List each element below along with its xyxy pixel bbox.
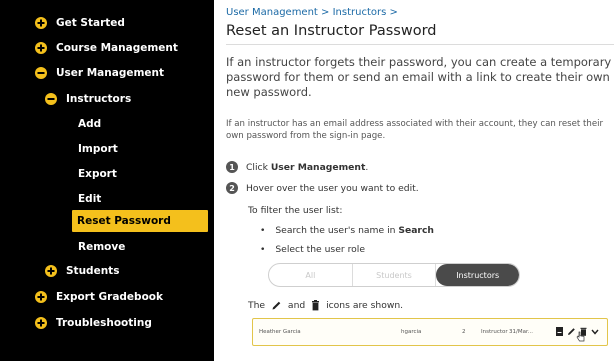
sidebar-item-label: Get Started (56, 17, 125, 29)
sidebar-item-instructors[interactable]: Instructors (45, 93, 131, 105)
sidebar-item-label: Instructors (66, 93, 132, 105)
main-content: User Management > Instructors > Reset an… (226, 0, 616, 361)
role-segmented-control: All Students Instructors (268, 263, 520, 287)
hand-pointer-icon (576, 331, 585, 344)
icons-shown-line: The and icons are shown. (248, 300, 403, 311)
user-row-preview[interactable]: Heather Garcia hgarcia 2 Instructor 31/M… (252, 318, 608, 346)
plus-circle-icon (35, 42, 47, 54)
icons-line-suffix: icons are shown. (323, 300, 404, 311)
sidebar-item-export[interactable]: Export (78, 168, 117, 180)
sidebar-item-import[interactable]: Import (78, 143, 118, 155)
user-name-cell: Heather Garcia (259, 329, 301, 335)
sidebar-item-label: Reset Password (77, 215, 171, 227)
sidebar-item-label: Export Gradebook (56, 291, 163, 303)
bullet-text: Select the user role (275, 244, 365, 255)
icons-line-prefix: The (248, 300, 269, 311)
sidebar-item-label: Export (78, 168, 117, 180)
step-text-bold: User Management (270, 161, 366, 173)
segment-students[interactable]: Students (353, 264, 437, 286)
sidebar-item-add[interactable]: Add (78, 118, 101, 130)
count-cell: 2 (462, 329, 466, 335)
bullet-text-prefix: Search the user's name in (275, 225, 399, 236)
plus-circle-icon (35, 317, 47, 329)
sidebar-item-user-management[interactable]: User Management (35, 67, 164, 79)
id-card-icon[interactable] (556, 327, 563, 338)
role-cell: Instructor (481, 329, 508, 335)
plus-circle-icon (45, 265, 57, 277)
sidebar-item-reset-password[interactable]: Reset Password (72, 210, 208, 232)
step-text: Hover over the user you want to edit. (246, 182, 419, 194)
plus-circle-icon (35, 17, 47, 29)
sidebar-item-label: Edit (78, 193, 102, 205)
page-title: Reset an Instructor Password (226, 23, 437, 39)
note-paragraph: If an instructor has an email address as… (226, 119, 604, 141)
plus-circle-icon (35, 291, 47, 303)
username-cell: hgarcia (401, 329, 422, 335)
sidebar-item-label: Troubleshooting (56, 317, 152, 329)
pencil-icon[interactable] (567, 327, 576, 338)
sidebar-item-label: Remove (78, 241, 126, 253)
step-number-badge: 2 (226, 182, 238, 194)
sidebar-item-label: Course Management (56, 42, 178, 54)
sidebar-item-get-started[interactable]: Get Started (35, 17, 125, 29)
sidebar-item-export-gradebook[interactable]: Export Gradebook (35, 291, 163, 303)
sidebar-item-label: Import (78, 143, 118, 155)
segment-all[interactable]: All (269, 264, 353, 286)
filter-instructions-label: To filter the user list: (248, 205, 343, 216)
sidebar-item-label: Add (78, 118, 102, 130)
sidebar-item-students[interactable]: Students (45, 265, 119, 277)
step-1: 1 Click User Management . (226, 161, 368, 173)
title-divider (226, 44, 614, 45)
breadcrumb[interactable]: User Management > Instructors > (226, 7, 398, 18)
sidebar-item-edit[interactable]: Edit (78, 193, 101, 205)
bullet-select-role: Select the user role (260, 244, 365, 255)
chevron-down-icon[interactable] (591, 329, 599, 337)
trash-icon (311, 300, 320, 311)
date-cell: 31/Mar... (509, 329, 533, 335)
sidebar-item-troubleshooting[interactable]: Troubleshooting (35, 317, 152, 329)
step-text-prefix: Click (246, 161, 271, 173)
minus-circle-icon (45, 93, 57, 105)
icons-line-middle: and (285, 300, 309, 311)
pencil-icon (271, 300, 282, 311)
step-number-badge: 1 (226, 161, 238, 173)
sidebar-item-remove[interactable]: Remove (78, 241, 125, 253)
sidebar-item-label: User Management (56, 67, 165, 79)
bullet-text-bold: Search (398, 225, 434, 236)
sidebar-item-label: Students (66, 265, 120, 277)
sidebar-item-course-management[interactable]: Course Management (35, 42, 178, 54)
step-text-suffix: . (365, 161, 369, 173)
minus-circle-icon (35, 67, 47, 79)
step-2: 2 Hover over the user you want to edit. (226, 182, 419, 194)
bullet-search: Search the user's name in Search (260, 225, 434, 236)
sidebar-nav: Get Started Course Management User Manag… (0, 0, 214, 361)
intro-paragraph: If an instructor forgets their password,… (226, 55, 612, 99)
segment-instructors[interactable]: Instructors (436, 264, 519, 286)
